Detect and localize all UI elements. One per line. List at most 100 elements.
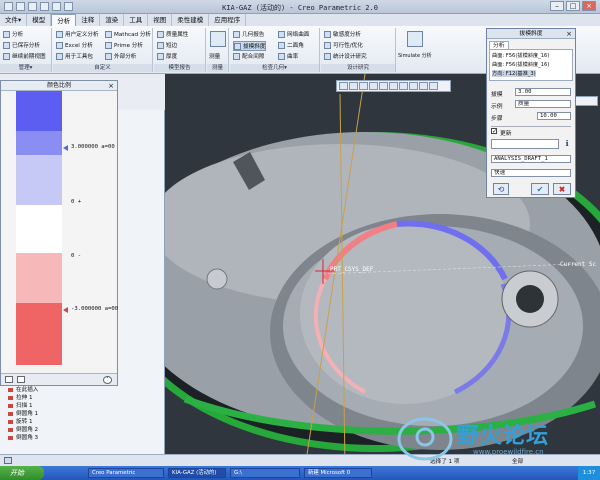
clearance-button[interactable]: 配合间隙 (233, 52, 264, 60)
simulate-icon[interactable] (407, 31, 423, 47)
tab-file[interactable]: 文件▾ (0, 14, 28, 26)
scale-band-positive (16, 131, 62, 155)
tree-item[interactable]: 倒圆角 3 (2, 434, 162, 442)
close-icon[interactable]: × (108, 81, 114, 91)
tab-render[interactable]: 渲染 (100, 14, 125, 26)
user-defined-analysis-button[interactable]: 用户定义分析 (56, 30, 99, 38)
zoom-out-icon[interactable] (359, 82, 368, 90)
reference-item[interactable]: 曲面: F56(拔模斜度_16) (492, 61, 549, 68)
mathcad-analysis-button[interactable]: Mathcad 分析 (105, 30, 151, 38)
continue-view-button[interactable]: 继续前期视图 (3, 52, 46, 60)
taskbar-item-explorer[interactable]: G:\ (230, 468, 300, 478)
excel-icon (56, 41, 63, 49)
reference-collector[interactable]: 曲面: F56(拔模斜度_16) 曲面: F56(拔模斜度_16) 方向: F1… (489, 49, 573, 81)
thickness-button[interactable]: 厚度 (157, 52, 177, 60)
toolkit-button[interactable]: 用于工具包 (56, 52, 93, 60)
annotation-display-icon[interactable] (409, 82, 418, 90)
group-caption-inspect-geometry[interactable]: 检查几何▾ (230, 64, 319, 72)
mode-select[interactable]: 快速 (491, 169, 571, 177)
step-input[interactable]: 10.00 (537, 112, 571, 120)
view-manager-icon[interactable] (429, 82, 438, 90)
reference-item[interactable]: 方向: F12(基准_3) (492, 70, 536, 77)
tab-flexible-modeling[interactable]: 柔性建模 (172, 14, 210, 26)
display-style-icon[interactable] (379, 82, 388, 90)
taskbar-item-model[interactable]: KIA-GAZ (活动的) (168, 468, 226, 478)
tree-item[interactable]: 在此插入 (2, 386, 162, 394)
result-name-field[interactable]: ANALYSIS_DRAFT_1 (491, 155, 571, 163)
feasibility-button[interactable]: 可行性/优化 (324, 41, 363, 49)
thickness-icon (157, 52, 164, 60)
update-checkbox[interactable]: ✓ (491, 128, 497, 135)
tab-view[interactable]: 视图 (148, 14, 173, 26)
sample-select[interactable]: 质量 (515, 100, 571, 108)
scale-band-neutral (16, 205, 62, 253)
saved-views-icon[interactable] (389, 82, 398, 90)
statistical-study-button[interactable]: 统计设计研究 (324, 52, 367, 60)
close-icon[interactable]: × (566, 29, 572, 39)
measure-icon[interactable] (210, 31, 226, 47)
analysis-name-input[interactable] (491, 139, 559, 149)
scale-label-positive: 3.000000 a=00 (71, 144, 115, 150)
group-caption-manage[interactable]: 管理▾ (0, 64, 51, 72)
tree-item[interactable]: 扫描 1 (2, 402, 162, 410)
measure-button[interactable]: 测量 (209, 52, 220, 60)
reference-item[interactable]: 曲面: F56(拔模斜度_16) (492, 52, 549, 59)
tab-tools[interactable]: 工具 (124, 14, 149, 26)
taskbar-item-word[interactable]: 新建 Microsoft 0 (304, 468, 372, 478)
model-tree: 在此插入 拉伸 1 扫描 1 倒圆角 1 旋转 1 倒圆角 2 倒圆角 3 (2, 386, 162, 442)
datum-display-icon[interactable] (399, 82, 408, 90)
mass-properties-button[interactable]: 质量属性 (157, 30, 188, 38)
tab-model[interactable]: 模型 (27, 14, 52, 26)
minimize-icon[interactable]: – (550, 1, 564, 11)
color-scale-title: 颜色比例 × (1, 81, 117, 91)
ok-button[interactable]: ✔ (531, 183, 549, 195)
navigator-toggle-icon[interactable] (4, 457, 12, 464)
curvature-button[interactable]: 曲率 (278, 52, 298, 60)
saved-analysis-button[interactable]: 已保存分析 (3, 41, 40, 49)
simulate-analysis-label[interactable]: Simulate 分析 (398, 52, 432, 59)
zoom-in-icon[interactable] (349, 82, 358, 90)
repaint-icon[interactable] (369, 82, 378, 90)
mathcad-icon (105, 30, 112, 38)
repeat-icon[interactable]: ⟲ (493, 183, 509, 195)
curvature-icon (278, 52, 285, 60)
tree-item[interactable]: 倒圆角 1 (2, 410, 162, 418)
tree-item[interactable]: 旋转 1 (2, 418, 162, 426)
prime-analysis-button[interactable]: Prime 分析 (105, 41, 143, 49)
scale-band-negative (16, 303, 62, 365)
start-button[interactable]: 开始 (0, 466, 44, 480)
chevron-down-icon[interactable]: ˅ (103, 376, 112, 384)
tab-analysis[interactable]: 分析 (51, 14, 77, 26)
spin-center-icon[interactable] (419, 82, 428, 90)
print-icon[interactable] (17, 376, 25, 383)
zoom-icon[interactable] (5, 376, 13, 383)
geometry-report-button[interactable]: 几何报告 (233, 30, 264, 38)
tab-annotate[interactable]: 注释 (76, 14, 101, 26)
ribbon-tabs: 文件▾ 模型 分析 注释 渲染 工具 视图 柔性建模 应用程序 (0, 14, 600, 26)
tree-item[interactable]: 拉伸 1 (2, 394, 162, 402)
info-icon[interactable]: ℹ (563, 139, 571, 149)
sensitivity-analysis-button[interactable]: 敏感度分析 (324, 30, 361, 38)
taskbar-item-creo[interactable]: Creo Parametric (88, 468, 164, 478)
mesh-surface-button[interactable]: 网络曲面 (278, 30, 309, 38)
watermark: 野火论坛 www.proewildfire.cn (395, 415, 595, 465)
maximize-icon[interactable]: □ (566, 1, 580, 11)
tab-analysis[interactable]: 分析 (489, 41, 509, 49)
close-icon[interactable]: × (582, 1, 596, 11)
short-edge-button[interactable]: 短边 (157, 41, 177, 49)
watermark-text: 野火论坛 (457, 424, 550, 449)
scale-marker-positive (63, 145, 68, 151)
dihedral-angle-button[interactable]: 二面角 (278, 41, 304, 49)
excel-analysis-button[interactable]: Excel 分析 (56, 41, 93, 49)
refit-icon[interactable] (339, 82, 348, 90)
tab-applications[interactable]: 应用程序 (209, 14, 247, 26)
draft-button[interactable]: 拔模斜度 (233, 41, 267, 51)
clearance-icon (233, 52, 240, 60)
draft-angle-input[interactable]: 3.00 (515, 88, 571, 96)
tree-item[interactable]: 倒圆角 2 (2, 426, 162, 434)
cylinder-hole (516, 285, 544, 313)
analysis-button[interactable]: 分析 (3, 30, 23, 38)
draft-label: 拔模 (491, 92, 503, 98)
cancel-button[interactable]: ✖ (553, 183, 571, 195)
external-analysis-button[interactable]: 外部分析 (105, 52, 136, 60)
